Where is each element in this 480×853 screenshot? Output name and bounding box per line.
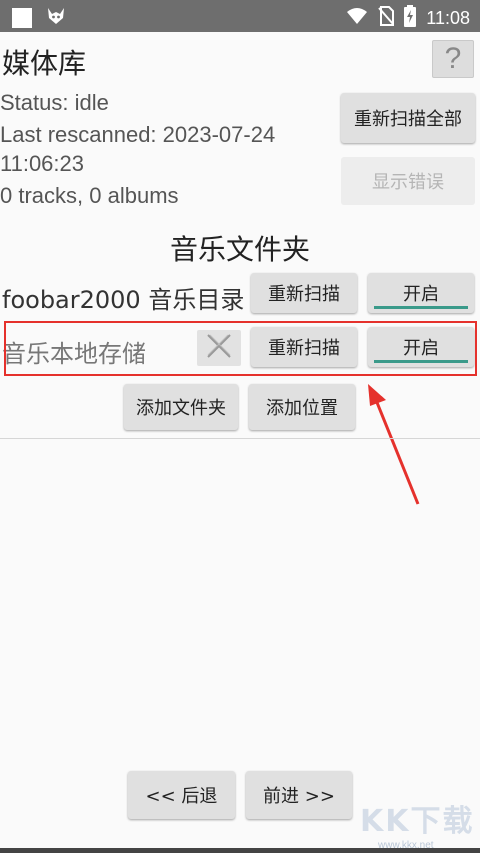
clock: 11:08 [426,7,470,28]
fox-app-icon [46,6,66,30]
toggle-label: 开启 [403,284,439,305]
status-text: Status: idle [0,90,109,115]
add-location-label: 添加位置 [266,398,338,419]
bottom-edge [0,848,480,853]
highlight-box [4,321,477,376]
show-errors-button[interactable]: 显示错误 [341,157,475,205]
no-sim-icon [378,6,395,30]
rescan-all-button[interactable]: 重新扫描全部 [341,93,475,143]
add-folder-button[interactable]: 添加文件夹 [124,384,238,430]
divider [0,438,480,439]
back-button[interactable]: << 后退 [128,771,235,819]
forward-label: 前进 >> [263,786,335,807]
show-errors-label: 显示错误 [372,172,444,193]
library-counts: 0 tracks, 0 albums [0,183,179,208]
rescan-all-label: 重新扫描全部 [354,109,462,130]
add-folder-label: 添加文件夹 [136,398,226,419]
battery-charging-icon [404,5,417,31]
wifi-icon [346,7,368,29]
watermark-logo: KK下载 [360,804,475,839]
annotation-arrow-icon [368,384,420,505]
forward-button[interactable]: 前进 >> [246,771,352,819]
last-rescanned-time: 11:06:23 [0,151,85,176]
rescan-label: 重新扫描 [268,284,340,305]
folder-enable-toggle[interactable]: 开启 [368,273,474,313]
status-bar: 11:08 [0,0,480,32]
square-notification-icon [12,8,32,28]
add-location-button[interactable]: 添加位置 [249,384,355,430]
page-title: 媒体库 [2,47,87,80]
music-folders-title: 音乐文件夹 [169,233,310,266]
folder-label-foobar: foobar2000 音乐目录 [2,286,245,314]
folder-rescan-button[interactable]: 重新扫描 [251,273,357,313]
back-label: << 后退 [145,786,218,807]
last-rescanned-text: Last rescanned: 2023-07-24 [0,122,276,147]
help-button[interactable]: ? [432,40,474,78]
question-mark-icon: ? [444,42,462,75]
